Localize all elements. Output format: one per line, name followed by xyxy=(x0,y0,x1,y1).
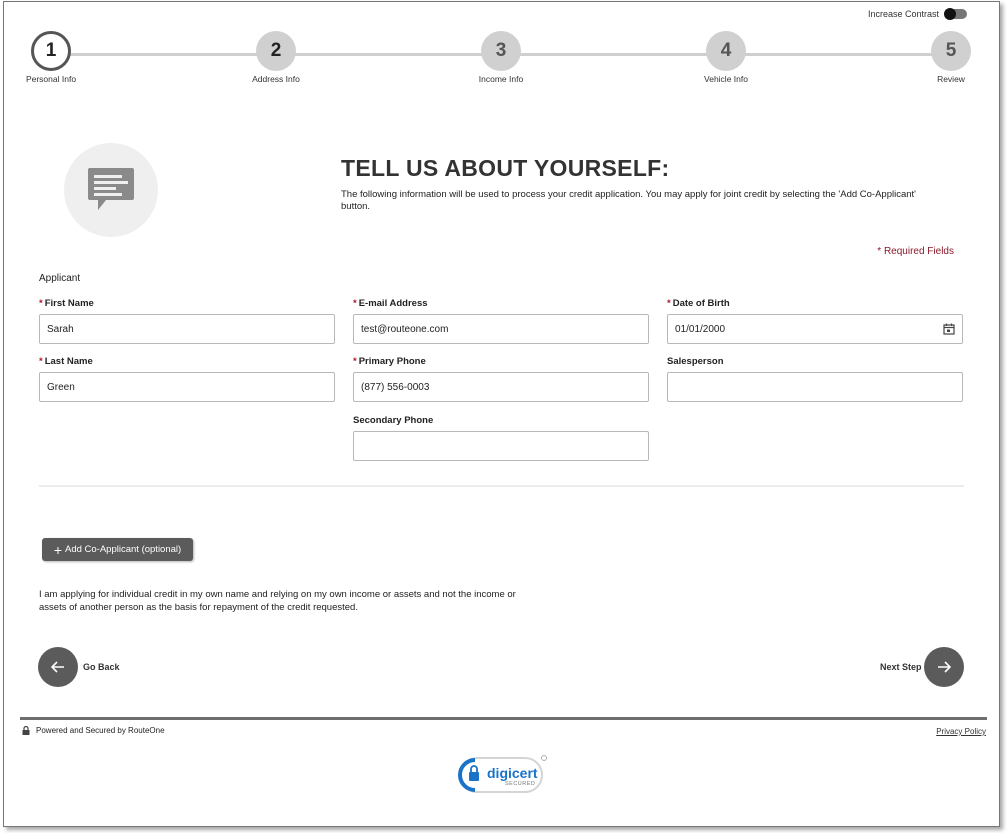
digicert-secured: SECURED xyxy=(505,781,536,787)
toggle-knob xyxy=(944,8,956,20)
step-circle: 4 xyxy=(706,31,746,71)
last-name-label: * Last Name xyxy=(39,356,93,367)
progress-stepper: 1 Personal Info 2 Address Info 3 Income … xyxy=(4,31,1001,91)
salesperson-field: Salesperson xyxy=(667,356,963,402)
footer-divider xyxy=(20,717,987,720)
toggle-switch[interactable] xyxy=(944,8,967,20)
powered-by: Powered and Secured by RouteOne xyxy=(22,726,165,735)
step-label: Personal Info xyxy=(25,74,77,84)
step-income-info[interactable]: 3 Income Info xyxy=(461,31,541,84)
step-circle: 2 xyxy=(256,31,296,71)
digicert-badge[interactable]: digicert SECURED xyxy=(455,754,547,796)
step-circle: 1 xyxy=(31,31,71,71)
privacy-policy-link[interactable]: Privacy Policy xyxy=(936,727,986,736)
primary-phone-input[interactable]: (877) 556-0003 xyxy=(353,372,649,402)
next-step-label[interactable]: Next Step xyxy=(880,662,922,672)
go-back-button[interactable] xyxy=(38,647,78,687)
add-co-applicant-label: Add Co-Applicant (optional) xyxy=(65,544,182,555)
individual-credit-disclaimer: I am applying for individual credit in m… xyxy=(39,589,516,613)
digicert-name: digicert xyxy=(487,765,538,781)
dob-field: * Date of Birth 01/01/2000 xyxy=(667,298,963,344)
last-name-input[interactable]: Green xyxy=(39,372,335,402)
plus-icon: + xyxy=(53,541,62,558)
chat-bubble-icon xyxy=(88,168,134,210)
dob-label: * Date of Birth xyxy=(667,298,730,309)
step-personal-info[interactable]: 1 Personal Info xyxy=(11,31,91,84)
arrow-right-icon xyxy=(938,661,951,673)
salesperson-label: Salesperson xyxy=(667,356,724,367)
add-co-applicant-button[interactable]: + Add Co-Applicant (optional) xyxy=(42,538,193,561)
section-label-applicant: Applicant xyxy=(39,273,81,284)
step-label: Income Info xyxy=(478,74,524,84)
first-name-label: * First Name xyxy=(39,298,94,309)
contrast-label: Increase Contrast xyxy=(867,9,939,19)
section-divider xyxy=(39,485,964,487)
arrow-left-icon xyxy=(51,661,64,673)
powered-by-text: Powered and Secured by RouteOne xyxy=(36,726,165,735)
step-circle: 5 xyxy=(931,31,971,71)
primary-phone-label: * Primary Phone xyxy=(353,356,426,367)
email-label: * E-mail Address xyxy=(353,298,428,309)
step-label: Vehicle Info xyxy=(704,74,748,84)
required-fields-note: * Required Fields xyxy=(877,246,954,257)
go-back-label[interactable]: Go Back xyxy=(83,662,120,672)
first-name-field: * First Name Sarah xyxy=(39,298,335,344)
secondary-phone-label: Secondary Phone xyxy=(353,415,434,426)
step-label: Address Info xyxy=(252,74,300,84)
calendar-icon[interactable] xyxy=(943,323,955,335)
app-frame: Increase Contrast 1 Personal Info 2 Addr… xyxy=(3,1,1000,827)
salesperson-input[interactable] xyxy=(667,372,963,402)
page-intro: The following information will be used t… xyxy=(341,189,916,212)
dob-input[interactable]: 01/01/2000 xyxy=(667,314,963,344)
page-title: TELL US ABOUT YOURSELF: xyxy=(341,155,670,181)
step-label: Review xyxy=(937,74,965,84)
primary-phone-field: * Primary Phone (877) 556-0003 xyxy=(353,356,649,402)
contrast-toggle[interactable]: Increase Contrast xyxy=(867,8,967,20)
first-name-input[interactable]: Sarah xyxy=(39,314,335,344)
next-step-button[interactable] xyxy=(924,647,964,687)
step-circle: 3 xyxy=(481,31,521,71)
step-vehicle-info[interactable]: 4 Vehicle Info xyxy=(686,31,766,84)
lock-icon xyxy=(22,726,30,735)
chat-bubble-illustration xyxy=(64,143,158,237)
step-address-info[interactable]: 2 Address Info xyxy=(236,31,316,84)
step-review[interactable]: 5 Review xyxy=(911,31,991,84)
email-input[interactable]: test@routeone.com xyxy=(353,314,649,344)
secondary-phone-input[interactable] xyxy=(353,431,649,461)
last-name-field: * Last Name Green xyxy=(39,356,335,402)
email-field: * E-mail Address test@routeone.com xyxy=(353,298,649,344)
secondary-phone-field: Secondary Phone xyxy=(353,415,649,461)
